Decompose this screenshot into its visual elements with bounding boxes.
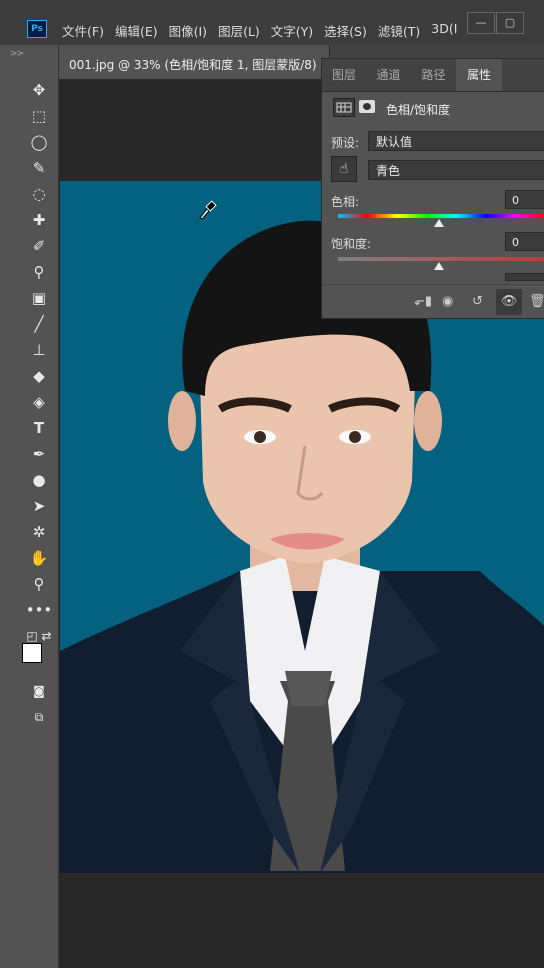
document-tab[interactable]: 001.jpg @ 33% (色相/饱和度 1, 图层蒙版/8) * [59,45,330,79]
saturation-label: 饱和度: [331,237,372,251]
preset-label: 预设: [331,136,360,150]
adjustment-title: 色相/饱和度 [386,103,451,117]
adjustment-layer-icon[interactable] [333,98,355,117]
menu-type[interactable]: 文字(Y) [271,21,313,40]
toggle-visibility-icon[interactable]: 👁 [496,289,522,315]
more-tools-icon[interactable]: ••• [24,599,54,621]
saturation-slider-track[interactable] [338,257,544,261]
menu-image[interactable]: 图像(I) [169,21,207,40]
lasso-tool-icon[interactable]: ◯ [24,131,54,153]
hue-slider-track[interactable] [338,214,544,218]
move-tool-icon[interactable]: ✥ [24,79,54,101]
brush-tool-icon[interactable]: ╱ [24,313,54,335]
dodge-tool-icon[interactable]: ● [24,469,54,491]
tab-properties[interactable]: 属性 [456,59,502,91]
saturation-slider-thumb[interactable] [434,262,444,270]
gradient-tool-icon[interactable]: ▣ [24,287,54,309]
type-tool-icon[interactable]: T [24,417,54,439]
hand-tool-icon[interactable]: ✋ [24,547,54,569]
marquee-tool-icon[interactable]: ⬚ [24,105,54,127]
toolbar-grip[interactable]: >> [10,49,24,59]
tab-layers[interactable]: 图层 [322,59,366,91]
screen-mode-icon[interactable]: ⧉ [24,706,54,728]
eyedropper-tool-icon[interactable]: ⚲ [24,261,54,283]
minimize-button[interactable]: — [467,12,495,34]
menu-items: 文件(F) 编辑(E) 图像(I) 图层(L) 文字(Y) 选择(S) 滤镜(T… [62,21,468,40]
eraser-tool-icon[interactable]: ◆ [24,365,54,387]
channel-select[interactable]: 青色 [368,160,544,180]
menu-filter[interactable]: 滤镜(T) [378,21,420,40]
view-previous-state-icon[interactable]: ◉ [442,294,453,309]
panel-footer: ⬐▮ ◉ ↺ 👁 🗑 [322,284,544,319]
reset-icon[interactable]: ↺ [472,294,483,309]
eyedropper-cursor-icon [198,198,218,225]
preset-select[interactable]: 默认值 [368,131,544,151]
hue-input[interactable]: 0 [505,190,544,209]
menu-layer[interactable]: 图层(L) [218,21,260,40]
tab-paths[interactable]: 路径 [411,59,456,91]
tab-channels[interactable]: 通道 [366,59,411,91]
preset-value: 默认值 [376,135,413,149]
custom-shape-tool-icon[interactable]: ✲ [24,521,54,543]
channel-value: 青色 [376,164,401,178]
hue-slider-thumb[interactable] [434,219,444,227]
delete-icon[interactable]: 🗑 [529,294,544,309]
saturation-input[interactable]: 0 [505,232,544,251]
quick-mask-icon[interactable]: ◙ [24,680,54,702]
menu-select[interactable]: 选择(S) [324,21,367,40]
hue-label: 色相: [331,195,360,209]
document-tab-title: 001.jpg @ 33% (色相/饱和度 1, 图层蒙版/8) * [69,58,327,72]
path-select-tool-icon[interactable]: ➤ [24,495,54,517]
paint-bucket-tool-icon[interactable]: ◈ [24,391,54,413]
zoom-tool-icon[interactable]: ⚲ [24,573,54,595]
menu-file[interactable]: 文件(F) [62,21,104,40]
menu-edit[interactable]: 编辑(E) [115,21,158,40]
panel-tabs: 图层 通道 路径 属性 [322,59,544,92]
restore-button[interactable]: ▢ [496,12,524,34]
layer-mask-icon[interactable] [359,100,375,113]
properties-panel: 图层 通道 路径 属性 色相/饱和度 预设: 默认值 ☝ 青色 色相: 0 饱和… [321,58,544,319]
lightness-input[interactable] [505,273,544,281]
color-sampler-icon[interactable]: ✐ [24,235,54,257]
photoshop-logo: Ps [27,20,47,38]
on-image-adjust-hand-icon[interactable]: ☝ [331,156,357,182]
menu-3d[interactable]: 3D(I [431,21,457,40]
clip-to-layer-icon[interactable]: ⬐▮ [414,294,432,309]
stamp-tool-icon[interactable]: ⊥ [24,339,54,361]
tools-panel: >> ✥ ⬚ ◯ ✎ ◌ ✚ ✐ ⚲ ▣ ╱ ⊥ ◆ ◈ T ✒ ● ➤ ✲ ✋… [0,45,59,968]
quick-select-tool-icon[interactable]: ✎ [24,157,54,179]
pen-tool-icon[interactable]: ✒ [24,443,54,465]
healing-brush-tool-icon[interactable]: ✚ [24,209,54,231]
foreground-color-swatch[interactable] [22,643,42,663]
spot-heal-tool-icon[interactable]: ◌ [24,183,54,205]
